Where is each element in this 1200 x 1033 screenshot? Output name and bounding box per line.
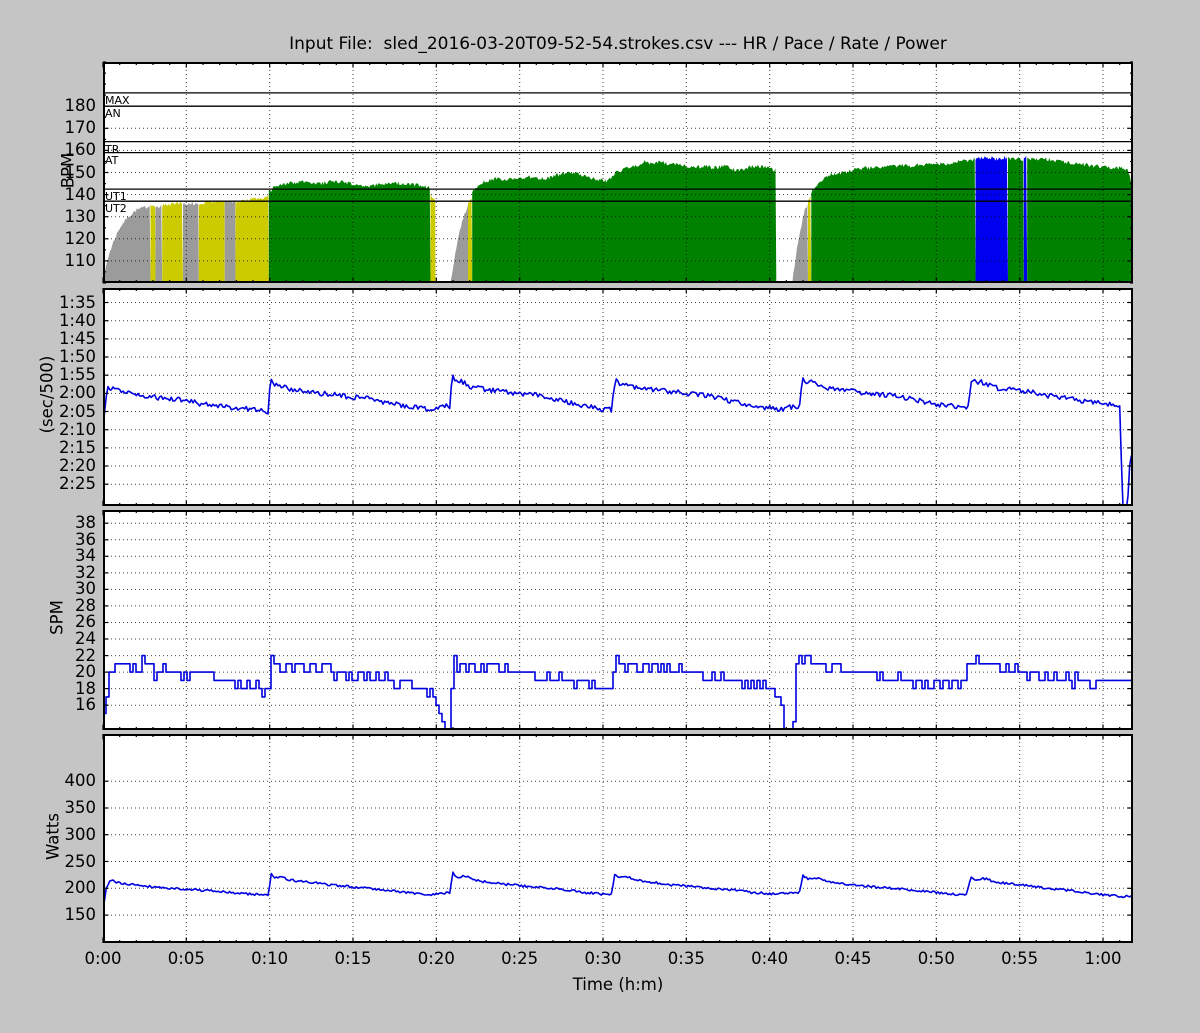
x-tick-label: 0:55 [1001,949,1039,968]
y-tick-label: 180 [64,96,97,116]
y-tick-label: 150 [64,905,97,925]
x-tick-label: 0:45 [834,949,872,968]
y-tick-label: 250 [64,851,97,871]
x-axis-label: Time (h:m) [572,975,664,994]
x-tick-label: 0:50 [917,949,955,968]
x-tick-label: 0:10 [251,949,289,968]
y-tick-label: 1:35 [58,292,96,312]
zone-label-max: MAX [105,93,130,107]
y-tick-label: 30 [75,579,96,599]
y-tick-label: 2:00 [58,383,96,403]
zone-label-at: AT [105,153,119,167]
y-tick-label: 130 [64,206,97,226]
y-tick-label: 38 [75,513,96,533]
figure: Input File: sled_2016-03-20T09-52-54.str… [0,0,1200,1033]
y-tick-label: 350 [64,797,97,817]
x-tick-label: 0:30 [584,949,622,968]
y-tick-label: 1:45 [58,328,96,348]
y-tick-label: 34 [75,546,96,566]
y-tick-label: 22 [75,645,96,665]
zone-label-ut1: UT1 [105,190,127,204]
y-tick-label: 160 [64,140,97,160]
y-tick-label: 170 [64,118,97,138]
y-tick-label: 2:15 [58,437,96,457]
y-tick-label: 32 [75,562,96,582]
rate-plot [102,510,1133,730]
y-tick-label: 120 [64,228,97,248]
y-tick-label: 1:55 [58,365,96,385]
y-tick-label: 2:10 [58,419,96,439]
pace-plot [102,288,1133,506]
y-tick-label: 2:05 [58,401,96,421]
y-tick-label: 36 [75,529,96,549]
figure-title: Input File: sled_2016-03-20T09-52-54.str… [289,34,947,54]
y-tick-label: 2:25 [58,474,96,494]
y-tick-label: 1:40 [58,310,96,330]
y-tick-label: 150 [64,162,97,182]
zone-label-an: AN [105,107,121,121]
zone-label-ut2: UT2 [105,202,127,216]
power-plot [102,734,1133,943]
y-tick-label: 1:50 [58,347,96,367]
x-tick-label: 0:20 [417,949,455,968]
x-tick-label: 0:35 [667,949,705,968]
x-tick-label: 0:40 [751,949,789,968]
y-tick-label: 110 [64,250,97,270]
hr-plot [102,61,1133,284]
y-tick-label: 16 [75,695,96,715]
y-tick-label: 28 [75,595,96,615]
x-tick-label: 1:00 [1084,949,1122,968]
x-tick-label: 0:00 [84,949,122,968]
y-tick-label: 24 [75,629,96,649]
y-tick-label: 200 [64,878,97,898]
y-tick-label: 2:20 [58,456,96,476]
y-tick-label: 18 [75,678,96,698]
x-tick-label: 0:25 [501,949,539,968]
x-tick-label: 0:05 [167,949,205,968]
x-tick-label: 0:15 [334,949,372,968]
y-tick-label: 20 [75,662,96,682]
zone-label-tr: TR [105,142,120,156]
y-tick-label: 300 [64,824,97,844]
y-tick-label: 140 [64,184,97,204]
y-tick-label: 400 [64,771,97,791]
y-tick-label: 26 [75,612,96,632]
